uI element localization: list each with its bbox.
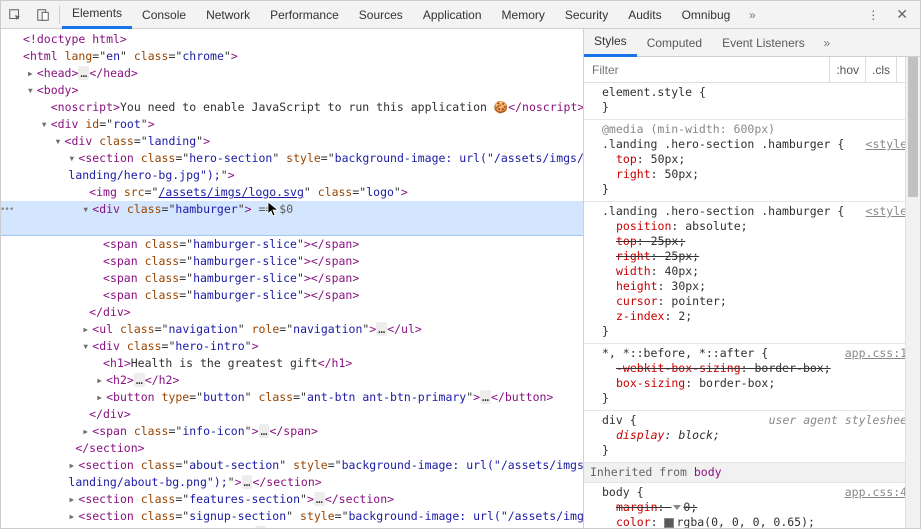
- rule-origin-link[interactable]: app.css:45: [845, 485, 914, 500]
- tab-application[interactable]: Application: [413, 1, 492, 29]
- rule-hamburger[interactable]: <style> .landing .hero-section .hamburge…: [584, 202, 920, 344]
- filter-input[interactable]: [584, 63, 829, 77]
- dom-line-root[interactable]: ▾<div id="root">: [1, 116, 583, 133]
- dom-line-hero-2[interactable]: landing/hero-bg.jpg");">: [1, 167, 583, 184]
- tab-omnibug[interactable]: Omnibug: [672, 1, 741, 29]
- dom-line-hero-intro[interactable]: ▾<div class="hero-intro">: [1, 338, 583, 355]
- color-swatch-icon[interactable]: [664, 518, 674, 528]
- dom-line-ul[interactable]: ▸<ul class="navigation" role="navigation…: [1, 321, 583, 338]
- dom-line-features[interactable]: ▸<section class="features-section">…</se…: [1, 491, 583, 508]
- dom-line-hero[interactable]: ▾<section class="hero-section" style="ba…: [1, 150, 583, 167]
- inspect-icon[interactable]: [1, 1, 29, 29]
- dom-line-selected-hamburger[interactable]: ••• ▾<div class="hamburger"> == $0: [1, 201, 583, 236]
- dom-line-html[interactable]: <html lang="en" class="chrome">: [1, 48, 583, 65]
- styles-tab-styles[interactable]: Styles: [584, 29, 637, 57]
- rule-origin-link[interactable]: app.css:17: [845, 346, 914, 361]
- dom-line-slice-4[interactable]: <span class="hamburger-slice"></span>: [1, 287, 583, 304]
- dom-line-h1[interactable]: <h1>Health is the greatest gift</h1>: [1, 355, 583, 372]
- tab-audits[interactable]: Audits: [618, 1, 671, 29]
- dom-line-about[interactable]: ▸<section class="about-section" style="b…: [1, 457, 583, 474]
- tabs-overflow-icon[interactable]: »: [740, 8, 764, 22]
- tab-memory[interactable]: Memory: [492, 1, 555, 29]
- tab-security[interactable]: Security: [555, 1, 618, 29]
- more-icon[interactable]: ⋮: [859, 8, 888, 22]
- styles-tab-computed[interactable]: Computed: [637, 29, 712, 57]
- dom-line-head[interactable]: ▸<head>…</head>: [1, 65, 583, 82]
- dom-line-slice-1[interactable]: <span class="hamburger-slice"></span>: [1, 236, 583, 253]
- styles-body[interactable]: element.style { } @media (min-width: 600…: [584, 83, 920, 528]
- dom-line-h2[interactable]: ▸<h2>…</h2>: [1, 372, 583, 389]
- dom-line-slice-3[interactable]: <span class="hamburger-slice"></span>: [1, 270, 583, 287]
- separator: [59, 6, 60, 24]
- rule-origin-ua: user agent stylesheet: [769, 413, 914, 428]
- tab-performance[interactable]: Performance: [260, 1, 349, 29]
- styles-tab-event-listeners[interactable]: Event Listeners: [712, 29, 815, 57]
- dom-line-div-close2[interactable]: </div>: [1, 406, 583, 423]
- tab-elements[interactable]: Elements: [62, 1, 132, 29]
- dom-line-signup-2[interactable]: landing/sign-up-bg.jpg");">…</section>: [1, 525, 583, 528]
- dom-line-about-2[interactable]: landing/about-bg.png");">…</section>: [1, 474, 583, 491]
- dom-line-noscript[interactable]: <noscript>You need to enable JavaScript …: [1, 99, 583, 116]
- dom-line-img[interactable]: <img src="/assets/imgs/logo.svg" class="…: [1, 184, 583, 201]
- styles-scrollbar[interactable]: [905, 57, 920, 528]
- toolbar-right: ⋮ ✕: [859, 6, 920, 23]
- inherited-from-bar[interactable]: Inherited from body: [584, 463, 920, 483]
- main-toolbar: Elements Console Network Performance Sou…: [1, 1, 920, 29]
- rule-body[interactable]: app.css:45 body { margin: 0; color: rgba…: [584, 483, 920, 528]
- dom-line-section-close[interactable]: </section>: [1, 440, 583, 457]
- inherited-element-link[interactable]: body: [694, 465, 722, 479]
- dom-line-body[interactable]: ▾<body>: [1, 82, 583, 99]
- devtools-window: Elements Console Network Performance Sou…: [0, 0, 921, 529]
- rule-element-style[interactable]: element.style { }: [584, 83, 920, 120]
- dom-line-landing[interactable]: ▾<div class="landing">: [1, 133, 583, 150]
- dom-line-doctype[interactable]: <!doctype html>: [1, 31, 583, 48]
- main-panes: <!doctype html> <html lang="en" class="c…: [1, 29, 920, 528]
- tab-bar: Elements Console Network Performance Sou…: [62, 1, 859, 29]
- cls-toggle[interactable]: .cls: [865, 57, 896, 82]
- close-icon[interactable]: ✕: [888, 6, 916, 23]
- elements-panel[interactable]: <!doctype html> <html lang="en" class="c…: [1, 29, 584, 528]
- dom-line-slice-2[interactable]: <span class="hamburger-slice"></span>: [1, 253, 583, 270]
- dom-line-info-icon[interactable]: ▸<span class="info-icon">…</span>: [1, 423, 583, 440]
- styles-overflow-icon[interactable]: »: [815, 36, 839, 50]
- selection-dots-icon: •••: [1, 202, 13, 219]
- dom-line-signup[interactable]: ▸<section class="signup-section" style="…: [1, 508, 583, 525]
- styles-tab-bar: Styles Computed Event Listeners »: [584, 29, 920, 57]
- shorthand-expand-icon[interactable]: [673, 505, 681, 510]
- hov-toggle[interactable]: :hov: [829, 57, 865, 82]
- styles-panel: Styles Computed Event Listeners » :hov .…: [584, 29, 920, 528]
- dom-line-div-close[interactable]: </div>: [1, 304, 583, 321]
- rule-div-ua[interactable]: user agent stylesheet div { display: blo…: [584, 411, 920, 463]
- scrollbar-thumb[interactable]: [908, 57, 918, 197]
- rule-media-hamburger[interactable]: @media (min-width: 600px) <style> .landi…: [584, 120, 920, 202]
- tab-console[interactable]: Console: [132, 1, 196, 29]
- rule-star[interactable]: app.css:17 *, *::before, *::after { -web…: [584, 344, 920, 411]
- filter-row: :hov .cls +: [584, 57, 920, 83]
- tab-sources[interactable]: Sources: [349, 1, 413, 29]
- media-query: @media (min-width: 600px): [602, 122, 775, 136]
- tab-network[interactable]: Network: [196, 1, 260, 29]
- dom-line-button[interactable]: ▸<button type="button" class="ant-btn an…: [1, 389, 583, 406]
- device-toggle-icon[interactable]: [29, 1, 57, 29]
